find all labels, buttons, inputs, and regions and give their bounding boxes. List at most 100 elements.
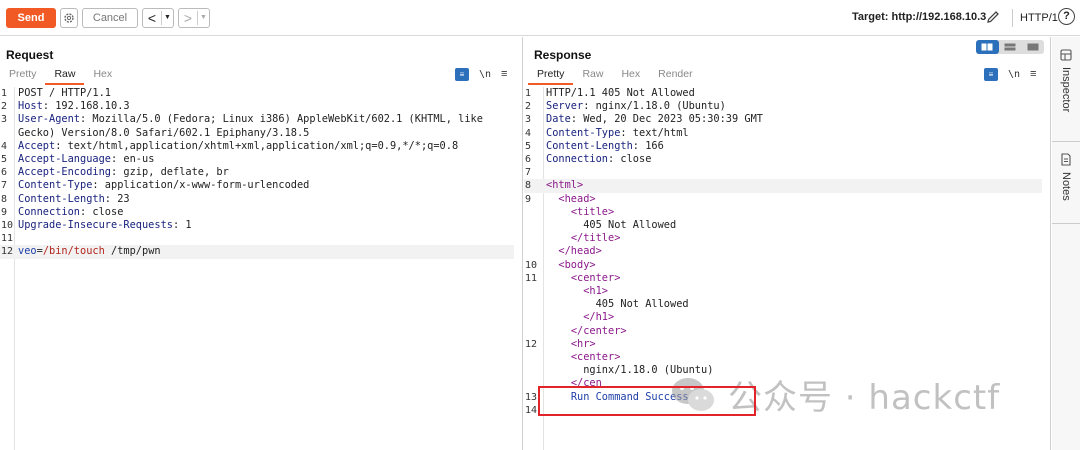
gear-icon (64, 13, 74, 23)
divider (1052, 141, 1080, 142)
line-text: HTTP/1.1 405 Not Allowed (546, 87, 695, 100)
request-editor[interactable]: 1 POST / HTTP/1.1 2 Host: 192.168.10.3 3 User… (0, 87, 522, 450)
code-line: 11 <center> (524, 272, 1042, 285)
toolbar: Send Cancel < ▼ > ▼ Target: http://192.1… (0, 0, 1080, 36)
line-number: 7 (525, 167, 532, 179)
code-line: 6 Accept-Encoding: gzip, deflate, br (0, 166, 514, 179)
header-name: Accept (18, 139, 56, 152)
settings-button[interactable] (60, 8, 78, 28)
line-text: <head> (546, 193, 595, 206)
code-line: 8 Content-Length: 23 (0, 193, 514, 206)
header-name: Host (18, 100, 43, 113)
header-name: Connection (546, 153, 608, 165)
line-number: 10 (1, 220, 14, 231)
header-value: : 1 (172, 219, 192, 231)
inspector-tab[interactable]: Inspector (1052, 49, 1080, 112)
header-name: Content-Length (546, 139, 633, 152)
tab-raw[interactable]: Raw (573, 67, 612, 85)
line-text: Accept-Language: en-us (18, 153, 154, 166)
line-number: 4 (525, 127, 532, 139)
line-text: <body> (546, 259, 595, 272)
layout-stacked-icon[interactable] (999, 40, 1022, 54)
notes-icon (1061, 153, 1071, 166)
cancel-button[interactable]: Cancel (82, 8, 138, 28)
code-line: 9 <head> (524, 193, 1042, 206)
header-value: : Mozilla/5.0 (Fedora; Linux i386) Apple… (80, 113, 483, 126)
tab-hex[interactable]: Hex (612, 67, 649, 85)
menu-icon[interactable]: ≡ (501, 68, 507, 80)
line-text: <center> (546, 351, 621, 364)
line-text: Content-Type: application/x-www-form-url… (18, 179, 309, 192)
forward-button[interactable]: > (179, 10, 197, 26)
layout-side-by-side-icon[interactable] (976, 40, 999, 54)
tab-pretty[interactable]: Pretty (528, 67, 574, 85)
line-number: 8 (1, 193, 8, 205)
code-line: </h1> (524, 311, 1042, 324)
request-tabs: Pretty Raw Hex (0, 67, 121, 85)
tab-hex[interactable]: Hex (84, 67, 121, 85)
chevron-down-icon[interactable]: ▼ (197, 11, 209, 25)
header-name: Accept-Encoding (18, 166, 111, 179)
line-text: </title> (546, 232, 621, 245)
back-nav[interactable]: < ▼ (142, 8, 174, 28)
code-line: 3 Date: Wed, 20 Dec 2023 05:30:39 GMT (524, 113, 1042, 126)
edit-target-button[interactable] (985, 9, 1001, 28)
header-name: Server (546, 100, 584, 113)
code-line: 7 (524, 166, 1042, 179)
line-number: 9 (525, 193, 532, 205)
code-line: Gecko) Version/8.0 Safari/602.1 Epiphany… (0, 127, 514, 140)
forward-nav[interactable]: > ▼ (178, 8, 210, 28)
menu-icon[interactable]: ≡ (1030, 68, 1036, 80)
code-line: 5 Content-Length: 166 (524, 140, 1042, 153)
line-text: 405 Not Allowed (546, 298, 689, 311)
line-value: HTTP/1.1 405 Not Allowed (546, 87, 695, 99)
header-value: Gecko) Version/8.0 Safari/602.1 Epiphany… (18, 126, 310, 139)
tab-pretty[interactable]: Pretty (0, 67, 45, 85)
header-value: : 23 (104, 192, 130, 205)
line-text: <h1> (546, 285, 608, 298)
code-line: 6 Connection: close (524, 153, 1042, 166)
target-label: Target: http://192.168.10.3 (852, 11, 987, 23)
notes-tab[interactable]: Notes (1052, 153, 1080, 201)
layout-toggle[interactable] (976, 40, 1044, 54)
line-text: <center> (546, 272, 621, 285)
tab-raw[interactable]: Raw (45, 67, 85, 85)
watermark-text: 公众号 · hackctf (728, 378, 1001, 418)
layout-single-icon[interactable] (1021, 40, 1044, 54)
header-value: : text/html,application/xhtml+xml,applic… (55, 139, 459, 152)
code-line: 405 Not Allowed (524, 219, 1042, 232)
chevron-down-icon[interactable]: ▼ (161, 11, 173, 25)
wrap-lines-icon[interactable]: ≡ (984, 67, 998, 81)
http-version[interactable]: HTTP/1 (1012, 9, 1058, 27)
header-value: : close (80, 205, 124, 218)
wrap-lines-icon[interactable]: ≡ (455, 67, 469, 81)
header-name: Connection (18, 205, 80, 218)
help-button[interactable]: ? (1058, 8, 1075, 25)
line-number: 12 (525, 338, 538, 350)
send-button[interactable]: Send (6, 8, 56, 28)
line-text: <html> (546, 179, 583, 192)
param-name: veo (18, 245, 37, 258)
html-tag: </title> (570, 232, 621, 245)
line-text: 405 Not Allowed (546, 219, 676, 232)
code-line: 4 Accept: text/html,application/xhtml+xml… (0, 140, 514, 153)
line-text: </h1> (546, 311, 614, 324)
newline-toggle-icon[interactable]: \n (1008, 69, 1020, 80)
line-number: 3 (525, 114, 532, 126)
tab-render[interactable]: Render (649, 67, 701, 85)
line-number: 2 (525, 101, 532, 113)
inspector-icon (1060, 49, 1072, 61)
code-line: 5 Accept-Language: en-us (0, 153, 514, 166)
newline-toggle-icon[interactable]: \n (479, 69, 491, 80)
header-value: : en-us (111, 153, 155, 165)
code-line: <h1> (524, 285, 1042, 298)
back-button[interactable]: < (143, 10, 161, 26)
code-line: 1 POST / HTTP/1.1 (0, 87, 514, 100)
line-text: </center> (546, 325, 627, 338)
line-text: <title> (546, 206, 614, 219)
code-line: 10 Upgrade-Insecure-Requests: 1 (0, 219, 514, 232)
line-number: 12 (1, 246, 14, 258)
line-text: Connection: close (18, 206, 123, 219)
